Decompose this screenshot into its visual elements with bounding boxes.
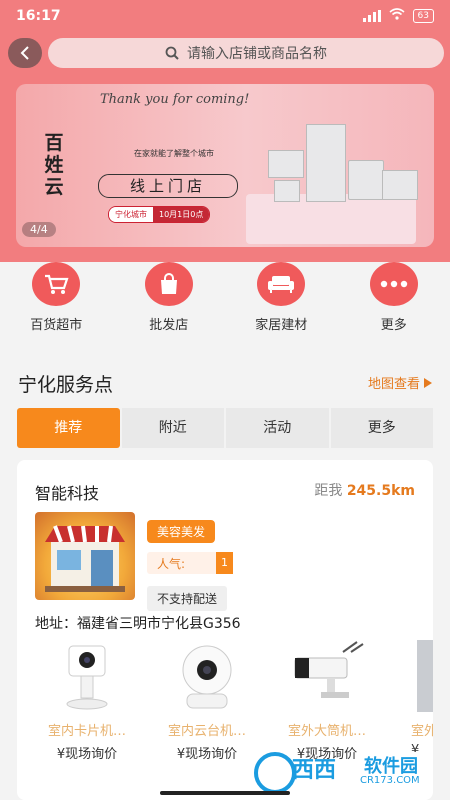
tab-nearby[interactable]: 附近 bbox=[121, 408, 224, 448]
distance-value: 245.5km bbox=[346, 483, 415, 499]
product-price: ¥现场询价 bbox=[56, 747, 118, 762]
tab-more[interactable]: 更多 bbox=[330, 408, 433, 448]
status-icons: 63 bbox=[362, 8, 434, 23]
category-label: 家居建材 bbox=[255, 318, 308, 333]
product-image-camera-bullet bbox=[271, 640, 383, 715]
category-home[interactable]: 家居建材 bbox=[225, 262, 338, 342]
product-name: 室外 bbox=[411, 724, 433, 739]
search-input[interactable]: 请输入店铺或商品名称 bbox=[48, 38, 444, 68]
banner-city: 宁化城市 bbox=[109, 207, 153, 222]
battery-icon: 63 bbox=[412, 8, 434, 23]
product-item[interactable]: 室内卡片机… ¥现场询价 bbox=[31, 640, 143, 762]
triangle-right-icon bbox=[424, 377, 432, 388]
shopping-bag-icon bbox=[144, 262, 193, 306]
popularity-label: 人气: bbox=[157, 556, 186, 571]
shop-category-tag: 美容美发 bbox=[147, 520, 216, 543]
product-image-camera-outdoor bbox=[391, 640, 433, 715]
category-more[interactable]: 更多 bbox=[338, 262, 450, 342]
banner-tagline: Thank you for coming! bbox=[100, 92, 250, 107]
popularity-badge: 人气: 1 bbox=[147, 552, 233, 574]
banner-appliance-oven bbox=[382, 170, 418, 200]
section-title: 宁化服务点 bbox=[18, 374, 114, 396]
banner-appliance-microwave bbox=[268, 150, 304, 178]
product-item[interactable]: 室内云台机… ¥现场询价 bbox=[151, 640, 263, 762]
banner-appliance-washer bbox=[348, 160, 384, 200]
popularity-count: 1 bbox=[216, 552, 233, 574]
watermark-url: CR173.COM bbox=[360, 775, 420, 786]
status-time: 16:17 bbox=[16, 8, 61, 24]
product-image-camera-card bbox=[31, 640, 143, 715]
map-view-link[interactable]: 地图查看 bbox=[368, 373, 432, 392]
shop-distance: 距我 245.5km bbox=[314, 480, 415, 500]
product-image-camera-dome bbox=[151, 640, 263, 715]
chevron-left-icon bbox=[20, 46, 29, 60]
category-label: 批发店 bbox=[149, 318, 189, 333]
more-dots-icon bbox=[369, 262, 418, 306]
banner-date: 10月1日0点 bbox=[153, 207, 210, 222]
category-label: 百货超市 bbox=[30, 318, 83, 333]
storefront-icon bbox=[45, 525, 125, 592]
promo-banner[interactable]: Thank you for coming! 百姓云 在家就能了解整个城市 线上门… bbox=[16, 84, 434, 247]
back-button[interactable] bbox=[8, 38, 42, 68]
shop-address: 地址：福建省三明市宁化县G356 bbox=[35, 616, 241, 632]
product-name: 室内卡片机… bbox=[47, 724, 126, 739]
home-indicator[interactable] bbox=[160, 791, 290, 795]
category-label: 更多 bbox=[380, 318, 407, 333]
map-view-label: 地图查看 bbox=[367, 377, 420, 392]
delivery-tag: 不支持配送 bbox=[147, 586, 228, 611]
cart-icon bbox=[32, 262, 81, 306]
tab-activity[interactable]: 活动 bbox=[226, 408, 329, 448]
watermark-brand: 西西 bbox=[292, 758, 337, 783]
sofa-icon bbox=[257, 262, 306, 306]
category-wholesale[interactable]: 批发店 bbox=[113, 262, 226, 342]
search-icon bbox=[165, 46, 179, 60]
category-supermarket[interactable]: 百货超市 bbox=[0, 262, 113, 342]
product-name: 室内云台机… bbox=[167, 724, 246, 739]
product-item[interactable]: 室外大筒机… ¥现场询价 bbox=[271, 640, 383, 762]
signal-icon bbox=[362, 9, 381, 22]
banner-city-badge: 宁化城市 10月1日0点 bbox=[108, 206, 211, 223]
shop-name: 智能科技 bbox=[35, 484, 100, 503]
product-item[interactable]: 室外 ¥ bbox=[391, 640, 433, 758]
tab-bar: 推荐 附近 活动 更多 bbox=[17, 408, 433, 448]
banner-page-index: 4/4 bbox=[22, 222, 56, 237]
product-name: 室外大筒机… bbox=[287, 724, 366, 739]
watermark-logo-icon bbox=[254, 752, 296, 794]
distance-label: 距我 bbox=[314, 483, 343, 499]
tab-recommend[interactable]: 推荐 bbox=[17, 408, 120, 448]
banner-appliance-fridge bbox=[306, 124, 346, 202]
banner-appliance-coffee bbox=[274, 180, 300, 202]
banner-subtitle: 在家就能了解整个城市 bbox=[134, 149, 214, 158]
banner-brand: 百姓云 bbox=[44, 132, 64, 198]
search-placeholder: 请输入店铺或商品名称 bbox=[187, 46, 327, 62]
shop-thumbnail[interactable] bbox=[35, 512, 135, 600]
category-row: 百货超市 批发店 家居建材 更多 bbox=[0, 262, 450, 342]
status-bar: 16:17 63 bbox=[0, 0, 450, 34]
watermark: 西西 软件园 CR173.COM bbox=[244, 746, 444, 794]
wifi-icon bbox=[389, 8, 405, 23]
banner-headline: 线上门店 bbox=[98, 174, 238, 198]
